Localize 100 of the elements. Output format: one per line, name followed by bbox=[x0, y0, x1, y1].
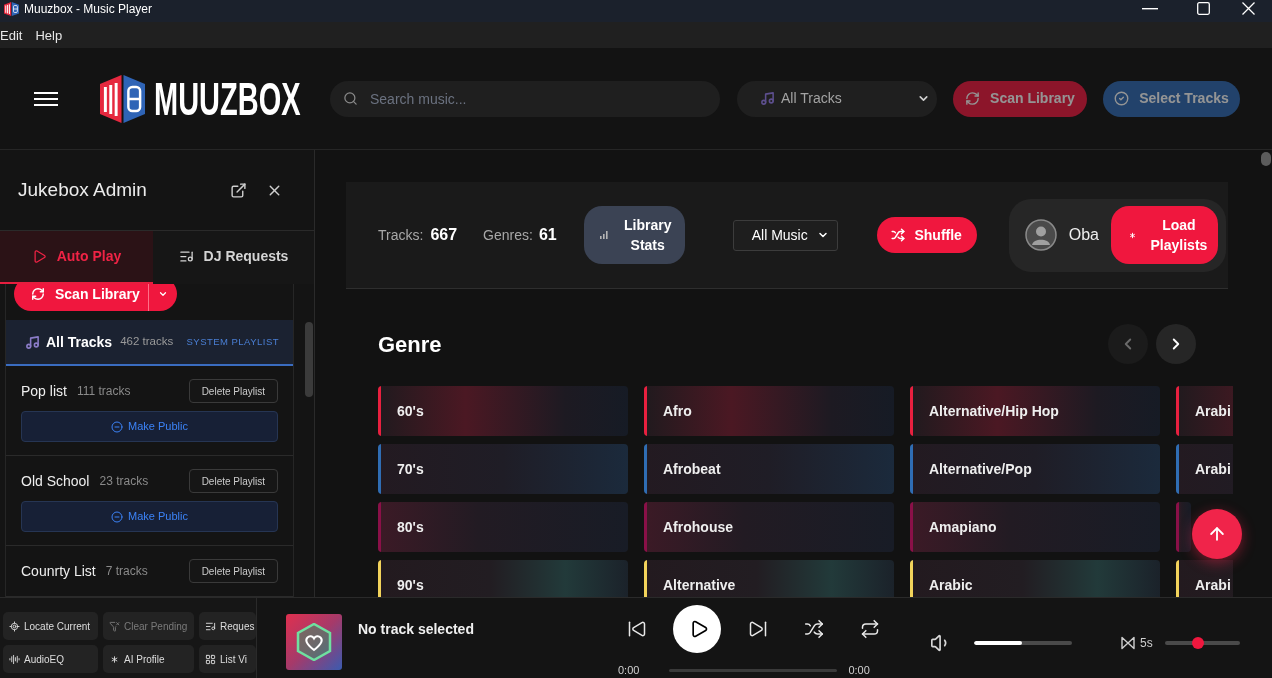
stat-value: 61 bbox=[538, 225, 557, 245]
menu-item[interactable]: Help bbox=[35, 28, 63, 42]
music-filter-select[interactable]: All Music bbox=[732, 219, 838, 251]
music-note-icon bbox=[760, 91, 775, 106]
toolbar-button[interactable]: Locate Current bbox=[3, 612, 98, 640]
playlist-name: Pop list bbox=[21, 381, 67, 401]
section-heading: Genre bbox=[378, 330, 442, 359]
total-time: 0:00 bbox=[848, 664, 870, 676]
genre-card[interactable]: Arabi bbox=[1176, 444, 1233, 494]
maximize-icon[interactable] bbox=[1197, 2, 1210, 15]
skip-back-icon[interactable] bbox=[627, 619, 647, 639]
toolbar-button[interactable]: AI Profile bbox=[103, 645, 194, 673]
stat-label: Genres: bbox=[483, 225, 533, 245]
track-count: 111 tracks bbox=[76, 383, 131, 400]
genre-card[interactable]: Afrobeat bbox=[644, 444, 894, 494]
genre-card[interactable]: Arabic bbox=[910, 560, 1160, 597]
elapsed-time: 0:00 bbox=[618, 664, 640, 676]
track-count: 23 tracks bbox=[99, 473, 149, 490]
search-field[interactable]: Search music... bbox=[330, 80, 720, 117]
shuffle-button[interactable]: Shuffle bbox=[876, 217, 977, 253]
playlist-name: Counrty List bbox=[21, 561, 96, 581]
genre-card[interactable]: 60's bbox=[378, 386, 628, 436]
slider-thumb[interactable] bbox=[1191, 636, 1204, 649]
genre-card[interactable]: Alternative/Hip Hop bbox=[910, 386, 1160, 436]
crossfade-reading: 5s bbox=[1140, 634, 1153, 652]
chart-bars-icon bbox=[599, 231, 608, 239]
music-list-icon bbox=[178, 249, 194, 264]
repeat-icon[interactable] bbox=[860, 619, 880, 639]
make-public-button[interactable]: Make Public bbox=[21, 501, 278, 532]
hexagon-heart-icon bbox=[296, 623, 332, 661]
genre-card[interactable]: Amapiano bbox=[910, 502, 1160, 552]
stat-label: Tracks: bbox=[378, 225, 424, 245]
playlist-row[interactable]: All Tracks 462 tracks SYSTEM PLAYLIST bbox=[6, 320, 293, 366]
asterisk-icon bbox=[1127, 230, 1137, 240]
skip-forward-icon[interactable] bbox=[748, 619, 768, 639]
genre-card[interactable]: Alternative/Pop bbox=[910, 444, 1160, 494]
refresh-icon bbox=[31, 287, 45, 301]
close-icon[interactable] bbox=[1242, 2, 1255, 15]
music-list-icon bbox=[205, 620, 216, 632]
track-title: No track selected bbox=[358, 621, 474, 637]
check-circle-icon bbox=[1114, 91, 1130, 106]
toolbar-button[interactable]: AudioEQ bbox=[3, 645, 98, 673]
scan-library-button[interactable]: Scan Library bbox=[14, 284, 148, 311]
genre-card[interactable]: Alternative bbox=[644, 560, 894, 597]
play-button[interactable] bbox=[673, 605, 721, 653]
dropdown-toggle[interactable] bbox=[148, 284, 177, 311]
minus-circle-icon bbox=[111, 510, 124, 523]
minus-circle-icon bbox=[111, 420, 124, 433]
genre-card[interactable]: Arabi bbox=[1176, 560, 1233, 597]
logo-icon bbox=[100, 74, 145, 123]
shuffle-icon bbox=[891, 228, 906, 242]
scrollbar-thumb[interactable] bbox=[1261, 152, 1271, 166]
scroll-to-top-button[interactable] bbox=[1192, 509, 1242, 559]
app-logo-icon bbox=[4, 1, 19, 16]
volume-slider[interactable] bbox=[974, 640, 1072, 645]
minimize-icon[interactable] bbox=[1142, 7, 1158, 10]
genre-card[interactable]: Arabi bbox=[1176, 386, 1233, 436]
playlist-name: Old School bbox=[21, 471, 90, 491]
asterisk-icon bbox=[109, 653, 120, 665]
playlist-select[interactable]: All Tracks bbox=[737, 80, 937, 117]
play-icon bbox=[31, 249, 47, 264]
genre-card[interactable]: 70's bbox=[378, 444, 628, 494]
menu-icon[interactable] bbox=[34, 91, 58, 106]
progress-track[interactable] bbox=[669, 668, 838, 672]
search-icon bbox=[343, 90, 358, 106]
genre-card[interactable]: 80's bbox=[378, 502, 628, 552]
toolbar-button[interactable]: List Vi bbox=[199, 645, 256, 673]
arrow-up-icon bbox=[1207, 524, 1227, 544]
scrollbar-thumb[interactable] bbox=[305, 322, 313, 397]
crossfade-slider[interactable] bbox=[1164, 636, 1240, 649]
music-note-icon bbox=[25, 334, 40, 350]
load-playlists-button[interactable]: Load Playlists bbox=[1110, 206, 1218, 264]
external-link-icon[interactable] bbox=[230, 181, 247, 199]
target-icon bbox=[9, 620, 20, 632]
genre-card[interactable]: 90's bbox=[378, 560, 628, 597]
genre-card[interactable]: Afro bbox=[644, 386, 894, 436]
refresh-icon bbox=[965, 91, 981, 106]
panel-title: Jukebox Admin bbox=[18, 177, 147, 202]
shuffle-icon[interactable] bbox=[804, 619, 824, 639]
toolbar-button[interactable]: Reques bbox=[199, 612, 256, 640]
grid-icon bbox=[205, 653, 216, 665]
user-name: Oba bbox=[1068, 225, 1099, 245]
sound-bars-icon bbox=[9, 653, 20, 665]
user-avatar-icon bbox=[1024, 219, 1057, 251]
caret-icon bbox=[158, 289, 168, 299]
track-count: 7 tracks bbox=[105, 563, 148, 580]
next-button[interactable] bbox=[1156, 324, 1196, 364]
stat-value: 667 bbox=[430, 225, 458, 245]
tab[interactable]: Auto Play bbox=[0, 231, 153, 284]
logo-text: MUUZBOX bbox=[154, 76, 301, 121]
funnel-icon bbox=[109, 620, 120, 632]
menu-item[interactable]: Edit bbox=[0, 28, 23, 42]
delete-playlist-button[interactable]: Delete Playlist bbox=[188, 559, 278, 583]
genre-card[interactable]: Afrohouse bbox=[644, 502, 894, 552]
make-public-button[interactable]: Make Public bbox=[21, 411, 278, 442]
library-stats-button[interactable]: Library Stats bbox=[583, 206, 685, 264]
delete-playlist-button[interactable]: Delete Playlist bbox=[188, 469, 278, 493]
window-title: Muuzbox - Music Player bbox=[24, 2, 153, 15]
delete-playlist-button[interactable]: Delete Playlist bbox=[188, 379, 278, 403]
bowtie-icon bbox=[1121, 635, 1135, 650]
